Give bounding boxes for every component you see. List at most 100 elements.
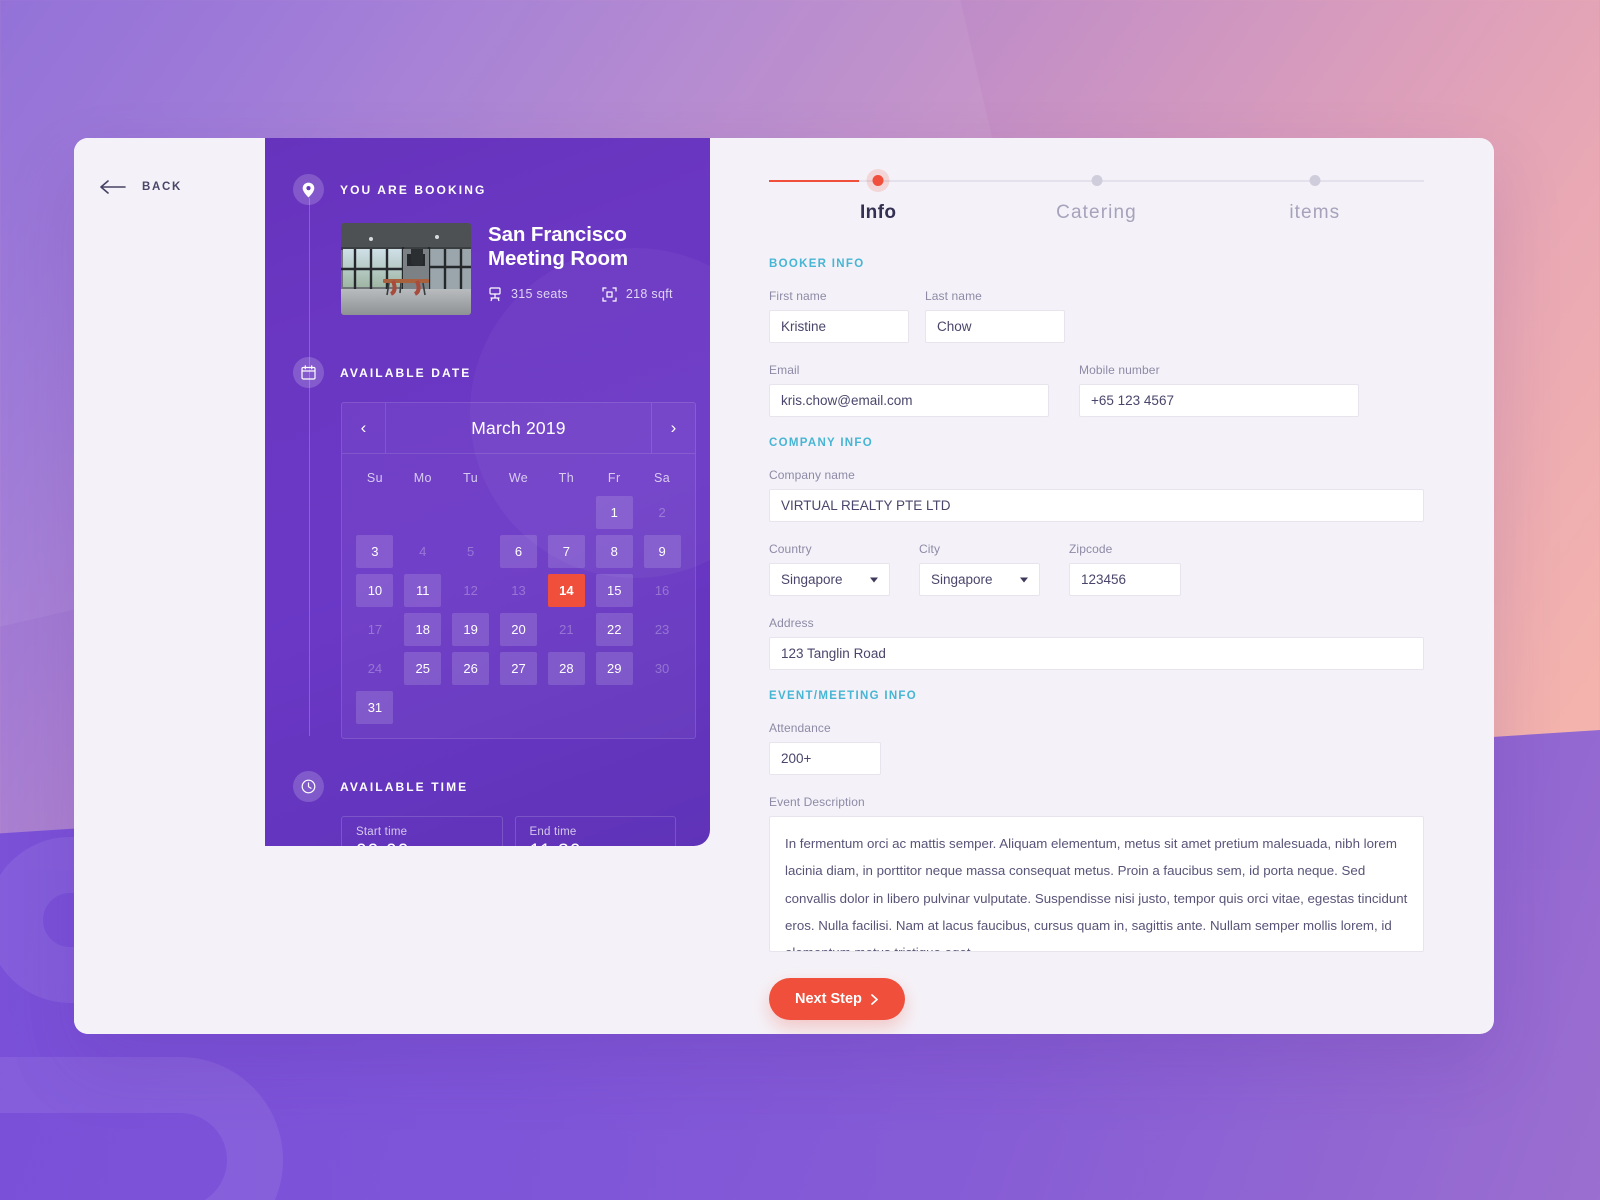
- calendar-day[interactable]: 19: [452, 613, 490, 646]
- company-info-title: COMPANY INFO: [769, 437, 873, 449]
- attendance-input[interactable]: 200+: [769, 742, 881, 775]
- calendar-day: 5: [467, 544, 475, 559]
- city-label: City: [919, 542, 941, 556]
- calendar-day[interactable]: 31: [356, 691, 394, 724]
- city-select[interactable]: Singapore: [919, 563, 1040, 596]
- calendar-day[interactable]: 10: [356, 574, 394, 607]
- calendar-day[interactable]: 22: [595, 613, 633, 646]
- calendar-day[interactable]: 27: [499, 652, 537, 685]
- calendar-day[interactable]: 15: [595, 574, 633, 607]
- end-time-label: End time: [529, 826, 577, 838]
- country-value: Singapore: [781, 572, 843, 587]
- calendar-day[interactable]: 20: [499, 613, 537, 646]
- country-select[interactable]: Singapore: [769, 563, 890, 596]
- company-name-row: Company name VIRTUAL REALTY PTE LTD: [769, 468, 1424, 522]
- event-description-label: Event Description: [769, 795, 865, 809]
- calendar-day[interactable]: 8: [595, 535, 633, 568]
- booking-summary-card: YOU ARE BOOKING San Francisco Meeting Ro…: [265, 138, 710, 846]
- area-meta: 218 sqft: [602, 287, 673, 302]
- calendar-day[interactable]: 6: [499, 535, 537, 568]
- event-description-field: Event Description In fermentum orci ac m…: [769, 795, 1424, 952]
- calendar-day[interactable]: 11: [404, 574, 442, 607]
- timeline-connector: [308, 198, 310, 736]
- calendar-day[interactable]: 18: [404, 613, 442, 646]
- zipcode-field: Zipcode 123456: [1069, 542, 1181, 596]
- calendar-header: ‹ March 2019 ›: [342, 403, 695, 454]
- first-name-field: First name Kristine: [769, 289, 909, 343]
- country-field: Country Singapore: [769, 542, 890, 596]
- last-name-label: Last name: [925, 289, 982, 303]
- calendar-body: Su Mo Tu We Th Fr Sa 1 2 3 4 5 6 7 8 9 10 11 12 13 14 15 16 17…: [342, 454, 695, 738]
- calendar-weekday-th: Th: [558, 471, 575, 485]
- booking-section-header: YOU ARE BOOKING: [293, 174, 676, 205]
- last-name-input[interactable]: Chow: [925, 310, 1065, 343]
- calendar-day[interactable]: 25: [404, 652, 442, 685]
- address-input[interactable]: 123 Tanglin Road: [769, 637, 1424, 670]
- location-pin-icon: [293, 174, 324, 205]
- area-frame-icon: [602, 287, 617, 302]
- step-dot-items[interactable]: [1309, 175, 1321, 186]
- end-time-value: 11:30: [530, 841, 662, 846]
- mobile-label: Mobile number: [1079, 363, 1160, 377]
- calendar-day-empty: [548, 496, 585, 529]
- calendar-day: 24: [367, 661, 383, 676]
- tab-info[interactable]: Info: [769, 202, 987, 224]
- calendar-day-grid: 1 2 3 4 5 6 7 8 9 10 11 12 13 14 15 16 17 18 19 20 21 22 23 24 2…: [351, 496, 686, 724]
- tab-items[interactable]: items: [1206, 202, 1424, 224]
- step-indicator: [769, 172, 1424, 192]
- calendar-weekday-row: Su Mo Tu We Th Fr Sa: [351, 465, 686, 496]
- calendar-icon: [293, 357, 324, 388]
- clock-icon: [293, 771, 324, 802]
- next-step-button[interactable]: Next Step: [769, 978, 905, 1020]
- calendar-day[interactable]: 29: [595, 652, 633, 685]
- calendar-weekday-mo: Mo: [413, 471, 432, 485]
- calendar-prev-button[interactable]: ‹: [342, 403, 386, 453]
- calendar-day[interactable]: 3: [356, 535, 394, 568]
- calendar-weekday-su: Su: [366, 471, 383, 485]
- start-time-label: Start time: [356, 826, 408, 838]
- room-name: San Francisco Meeting Room: [488, 223, 629, 270]
- room-summary: San Francisco Meeting Room 315 seats 218…: [341, 223, 676, 315]
- calendar-day-empty: [500, 496, 537, 529]
- calendar-day-empty: [404, 496, 441, 529]
- calendar-day[interactable]: 1: [595, 496, 633, 529]
- room-thumbnail: [341, 223, 471, 315]
- first-name-input[interactable]: Kristine: [769, 310, 909, 343]
- zipcode-input[interactable]: 123456: [1069, 563, 1181, 596]
- event-description-textarea[interactable]: In fermentum orci ac mattis semper. Aliq…: [769, 816, 1424, 952]
- calendar-day-empty: [596, 691, 633, 724]
- calendar-day[interactable]: 28: [547, 652, 585, 685]
- calendar-day[interactable]: 14: [547, 574, 585, 607]
- calendar-day: 17: [367, 622, 383, 637]
- calendar-day[interactable]: 26: [452, 652, 490, 685]
- meeting-room-photo: [341, 223, 471, 315]
- mobile-input[interactable]: +65 123 4567: [1079, 384, 1359, 417]
- time-section-header: AVAILABLE TIME: [293, 771, 676, 802]
- last-name-field: Last name Chow: [925, 289, 1065, 343]
- calendar-month-label: March 2019: [471, 417, 566, 438]
- location-field-row: Country Singapore City Singapore Zipcode…: [769, 542, 1424, 596]
- calendar-day-empty: [356, 496, 393, 529]
- company-name-input[interactable]: VIRTUAL REALTY PTE LTD: [769, 489, 1424, 522]
- date-section-label: AVAILABLE DATE: [340, 365, 472, 380]
- calendar-weekday-tu: Tu: [463, 471, 479, 485]
- end-time-select[interactable]: End time 11:30: [514, 816, 676, 846]
- calendar-day-empty: [548, 691, 585, 724]
- app-window: BACK YOU ARE BOOKING San Francisco Meeti…: [74, 138, 1494, 1034]
- tab-catering[interactable]: Catering: [987, 202, 1205, 224]
- step-dot-info[interactable]: [872, 175, 884, 186]
- description-field-row: Event Description In fermentum orci ac m…: [769, 795, 1424, 952]
- calendar-day[interactable]: 7: [547, 535, 585, 568]
- calendar-next-button[interactable]: ›: [651, 403, 695, 453]
- step-dot-catering[interactable]: [1091, 175, 1102, 186]
- room-details: San Francisco Meeting Room 315 seats 218…: [488, 223, 676, 315]
- back-button[interactable]: BACK: [74, 172, 182, 202]
- zipcode-label: Zipcode: [1069, 542, 1113, 556]
- email-input[interactable]: kris.chow@email.com: [769, 384, 1049, 417]
- country-label: Country: [769, 542, 812, 556]
- attendance-field: Attendance 200+: [769, 721, 881, 775]
- calendar-day[interactable]: 9: [643, 535, 681, 568]
- start-time-select[interactable]: Start time 09:00: [341, 816, 503, 846]
- calendar-day: 30: [654, 661, 670, 676]
- seats-meta: 315 seats: [488, 287, 568, 302]
